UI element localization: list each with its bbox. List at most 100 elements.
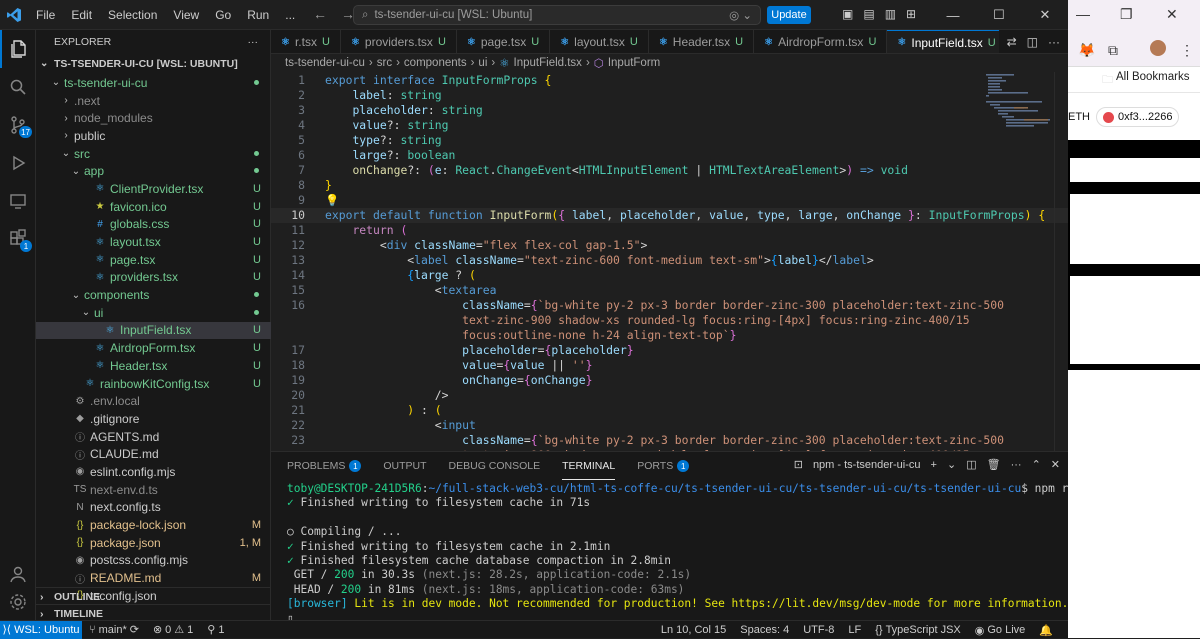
menu-selection[interactable]: Selection — [100, 8, 165, 22]
customize-layout-icon[interactable]: ⊞ — [906, 7, 916, 21]
explorer-icon[interactable] — [0, 30, 35, 68]
remote-indicator[interactable]: ⟩⟨ WSL: Ubuntu — [0, 620, 82, 639]
tree-item[interactable]: TS next-env.d.ts — [36, 481, 271, 499]
branch-indicator[interactable]: ⑂ main* ⟳ — [82, 623, 146, 637]
tree-item[interactable]: ⚛ Header.tsx U — [36, 357, 271, 375]
update-button[interactable]: Update — [767, 6, 811, 24]
close-window-icon[interactable]: ✕ — [1022, 0, 1068, 30]
toggle-sidebar-icon[interactable]: ▣ — [842, 7, 853, 21]
language-mode[interactable]: {} TypeScript JSX — [868, 624, 968, 636]
wallet-address-button[interactable]: 0xf3...2266 — [1096, 107, 1180, 127]
more-actions-icon[interactable]: ··· — [1011, 459, 1022, 471]
breadcrumb-item[interactable]: components — [404, 57, 467, 69]
tree-item[interactable]: › .next — [36, 92, 271, 110]
run-debug-icon[interactable] — [0, 144, 35, 182]
minimize-icon[interactable]: — — [1076, 6, 1090, 22]
breadcrumb-item[interactable]: ui — [478, 57, 487, 69]
tree-item[interactable]: ⌄ ui — [36, 304, 271, 322]
command-center[interactable]: ⌕ ts-tsender-ui-cu [WSL: Ubuntu] ◎ ⌄ — [353, 5, 761, 25]
menu-view[interactable]: View — [165, 8, 207, 22]
tree-item[interactable]: ⚛ layout.tsx U — [36, 233, 271, 251]
code-editor[interactable]: 1 export interface InputFormProps {2 labe… — [271, 72, 1068, 451]
tree-item[interactable]: ◆ .gitignore — [36, 410, 271, 428]
tree-item[interactable]: ◉ postcss.config.mjs — [36, 552, 271, 570]
minimize-icon[interactable]: — — [930, 0, 976, 30]
menu-more[interactable]: ... — [277, 8, 303, 22]
chevron-down-icon[interactable]: ⌄ — [947, 458, 956, 471]
compare-icon[interactable]: ⇄ — [1007, 35, 1017, 49]
tree-item[interactable]: Nnext.config.ts — [36, 499, 271, 517]
token-address-input[interactable] — [1070, 158, 1200, 182]
tree-item[interactable]: › node_modules — [36, 109, 271, 127]
breadcrumb-item[interactable]: InputForm — [608, 57, 660, 69]
breadcrumb-item[interactable]: src — [377, 57, 392, 69]
tree-item[interactable]: ⚛ rainbowKitConfig.tsx U — [36, 375, 271, 393]
menu-file[interactable]: File — [28, 8, 63, 22]
toggle-panel-icon[interactable]: ▤ — [863, 7, 874, 21]
vscode-logo-icon[interactable] — [0, 0, 28, 30]
editor-scrollbar[interactable] — [1054, 72, 1068, 451]
source-control-icon[interactable]: 17 — [0, 106, 35, 144]
trash-icon[interactable]: 🗑 — [987, 458, 1001, 471]
workspace-root[interactable]: ⌄ TS-TSENDER-UI-CU [WSL: UBUNTU] — [36, 54, 270, 73]
menu-go[interactable]: Go — [207, 8, 239, 22]
tree-item[interactable]: ⓘ CLAUDE.md — [36, 445, 271, 463]
tree-item[interactable]: ⚛ ClientProvider.tsx U — [36, 180, 271, 198]
split-editor-icon[interactable]: ◫ — [1027, 35, 1038, 49]
maximize-icon[interactable]: ☐ — [976, 0, 1022, 30]
tree-item[interactable]: ⚛ providers.tsx U — [36, 269, 271, 287]
tree-item[interactable]: ⚛ page.tsx U — [36, 251, 271, 269]
tree-item[interactable]: ⓘ AGENTS.md — [36, 428, 271, 446]
go-live-button[interactable]: ◉ Go Live — [968, 624, 1033, 637]
ports-indicator[interactable]: ⚲ 1 — [200, 623, 231, 637]
back-arrow-icon[interactable]: ← — [313, 6, 327, 22]
tree-item[interactable]: ⓘ README.md M — [36, 569, 271, 587]
menu-edit[interactable]: Edit — [63, 8, 100, 22]
menu-run[interactable]: Run — [239, 8, 277, 22]
minimap[interactable] — [984, 72, 1054, 222]
tree-item[interactable]: # globals.css U — [36, 216, 271, 234]
more-actions-icon[interactable]: ··· — [1048, 35, 1060, 49]
tab-r-tsx[interactable]: ⚛ r.tsx U — [271, 30, 341, 53]
breadcrumb-item[interactable]: ts-tsender-ui-cu — [285, 57, 365, 69]
tree-item[interactable]: ⚛ AirdropForm.tsx U — [36, 339, 271, 357]
panel-tab-terminal[interactable]: TERMINAL — [562, 452, 616, 480]
tab-layout-tsx[interactable]: ⚛ layout.tsx U — [550, 30, 649, 53]
tab-header-tsx[interactable]: ⚛ Header.tsx U — [649, 30, 755, 53]
tree-item[interactable]: {} package.json 1, M — [36, 534, 271, 552]
recipients-textarea[interactable] — [1070, 194, 1200, 264]
encoding[interactable]: UTF-8 — [796, 624, 841, 636]
tab-providers-tsx[interactable]: ⚛ providers.tsx U — [341, 30, 457, 53]
copilot-icon[interactable]: ◎ ⌄ — [729, 8, 752, 22]
settings-gear-icon[interactable] — [0, 592, 36, 612]
terminal-output[interactable]: toby@DESKTOP-241D5R6:~/full-stack-web3-c… — [287, 482, 1109, 626]
amounts-textarea[interactable] — [1070, 276, 1200, 364]
add-terminal-icon[interactable]: + — [931, 459, 937, 471]
panel-tab-debug-console[interactable]: DEBUG CONSOLE — [449, 452, 541, 480]
breadcrumb-item[interactable]: InputField.tsx — [514, 57, 582, 69]
indentation[interactable]: Spaces: 4 — [733, 624, 796, 636]
tree-item[interactable]: ⌄ components — [36, 286, 271, 304]
outline-section[interactable]: › OUTLINE — [36, 587, 271, 605]
metamask-extension-icon[interactable]: 🦊 — [1078, 42, 1095, 59]
panel-tab-problems[interactable]: PROBLEMS 1 — [287, 452, 362, 480]
extensions-puzzle-icon[interactable]: ⧉ — [1108, 42, 1118, 59]
more-actions-icon[interactable]: ··· — [248, 36, 259, 48]
cursor-position[interactable]: Ln 10, Col 15 — [654, 624, 733, 636]
close-panel-icon[interactable]: ✕ — [1051, 458, 1060, 471]
browser-menu-icon[interactable]: ⋮ — [1180, 42, 1194, 59]
tree-item[interactable]: ◉ eslint.config.mjs — [36, 463, 271, 481]
close-window-icon[interactable]: ✕ — [1166, 6, 1178, 23]
tab-page-tsx[interactable]: ⚛ page.tsx U — [457, 30, 551, 53]
notifications-icon[interactable]: 🔔 — [1032, 624, 1060, 637]
tree-item[interactable]: ⚛ InputField.tsx U — [36, 321, 271, 340]
tab-airdropform-tsx[interactable]: ⚛ AirdropForm.tsx U — [754, 30, 888, 53]
tree-item[interactable]: ⚙ .env.local — [36, 392, 271, 410]
tree-item[interactable]: ⌄ src — [36, 145, 271, 163]
profile-avatar[interactable] — [1150, 40, 1166, 56]
split-terminal-icon[interactable]: ◫ — [966, 458, 976, 471]
tree-item[interactable]: ★ favicon.ico U — [36, 198, 271, 216]
all-bookmarks[interactable]: All Bookmarks — [1116, 71, 1190, 83]
panel-tab-output[interactable]: OUTPUT — [383, 452, 426, 480]
panel-tab-ports[interactable]: PORTS 1 — [637, 452, 690, 480]
